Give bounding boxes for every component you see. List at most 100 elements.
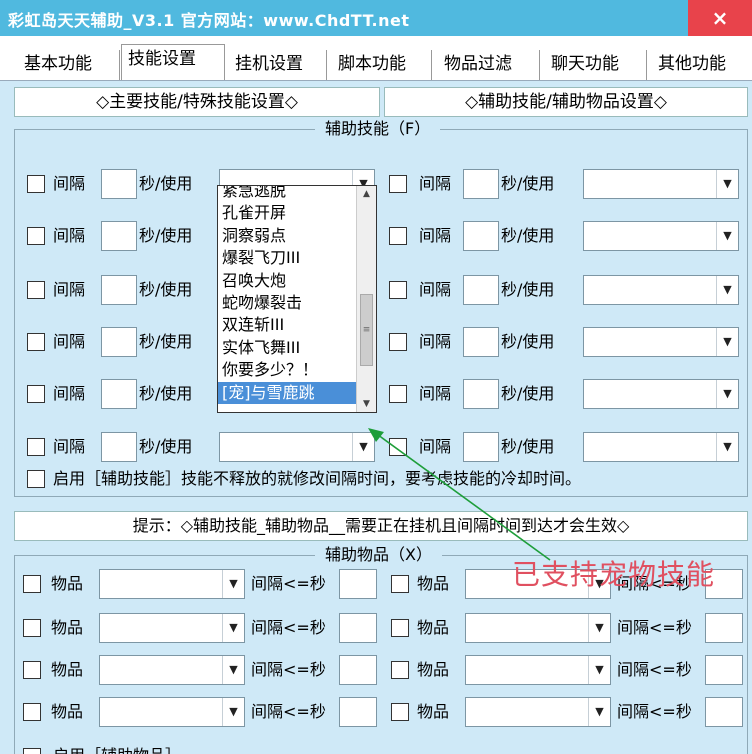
dropdown-option[interactable]: 蛇吻爆裂击 xyxy=(222,292,302,314)
tab-script[interactable]: 脚本功能 xyxy=(334,50,432,80)
dropdown-option[interactable]: 紧急逃脱 xyxy=(222,186,286,202)
item-right-2-interval-input[interactable] xyxy=(705,613,743,643)
item-left-4-select[interactable]: ▼ xyxy=(99,697,245,727)
dropdown-arrow-icon[interactable]: ▼ xyxy=(222,656,244,684)
item-left-1-interval-input[interactable] xyxy=(339,569,377,599)
item-left-1-checkbox[interactable] xyxy=(23,575,41,593)
skill-left-4-checkbox[interactable] xyxy=(27,333,45,351)
dropdown-arrow-icon[interactable]: ▼ xyxy=(716,328,738,356)
item-right-3-interval-input[interactable] xyxy=(705,655,743,685)
skill-left-6-select[interactable]: ▼ xyxy=(219,432,375,462)
skill-right-6-select[interactable]: ▼ xyxy=(583,432,739,462)
dropdown-arrow-icon[interactable]: ▼ xyxy=(222,570,244,598)
skill-left-1-interval-input[interactable] xyxy=(101,169,137,199)
item-left-4-checkbox[interactable] xyxy=(23,703,41,721)
skill-left-4-interval-input[interactable] xyxy=(101,327,137,357)
dropdown-arrow-icon[interactable]: ▼ xyxy=(716,222,738,250)
scroll-up-icon[interactable]: ▲ xyxy=(357,186,376,202)
item-right-2-checkbox[interactable] xyxy=(391,619,409,637)
dropdown-arrow-icon[interactable]: ▼ xyxy=(222,698,244,726)
dropdown-option[interactable]: 你要多少？！ xyxy=(222,359,318,381)
skill-left-2-checkbox[interactable] xyxy=(27,227,45,245)
skill-right-5-checkbox[interactable] xyxy=(389,385,407,403)
skill-right-1-select[interactable]: ▼ xyxy=(583,169,739,199)
item-label: 物品 xyxy=(417,660,450,679)
item-left-4-interval-input[interactable] xyxy=(339,697,377,727)
item-right-4-interval-input[interactable] xyxy=(705,697,743,727)
aux-skill-subheader[interactable]: ◇辅助技能/辅助物品设置◇ xyxy=(384,87,748,117)
item-right-4-checkbox[interactable] xyxy=(391,703,409,721)
item-left-2-interval-input[interactable] xyxy=(339,613,377,643)
skill-left-6-interval-input[interactable] xyxy=(101,432,137,462)
skill-right-3-checkbox[interactable] xyxy=(389,281,407,299)
item-left-2-select[interactable]: ▼ xyxy=(99,613,245,643)
dropdown-arrow-icon[interactable]: ▼ xyxy=(716,170,738,198)
sec-use-label: 秒/使用 xyxy=(501,226,555,245)
dropdown-arrow-icon[interactable]: ▼ xyxy=(716,276,738,304)
skill-right-4-select[interactable]: ▼ xyxy=(583,327,739,357)
item-left-3-checkbox[interactable] xyxy=(23,661,41,679)
main-skill-subheader[interactable]: ◇主要技能/特殊技能设置◇ xyxy=(14,87,380,117)
tab-other[interactable]: 其他功能 xyxy=(654,50,752,80)
skill-left-2-interval-input[interactable] xyxy=(101,221,137,251)
dropdown-option[interactable]: 孔雀开屏 xyxy=(222,202,286,224)
dropdown-option[interactable]: 实体飞舞III xyxy=(222,337,300,359)
dropdown-arrow-icon[interactable]: ▼ xyxy=(716,380,738,408)
skill-right-5-interval-input[interactable] xyxy=(463,379,499,409)
dropdown-option[interactable]: 召唤大炮 xyxy=(222,270,286,292)
sec-use-label: 秒/使用 xyxy=(501,332,555,351)
skill-right-1-interval-input[interactable] xyxy=(463,169,499,199)
enable-aux-skill-checkbox[interactable] xyxy=(27,470,45,488)
tab-item-filter[interactable]: 物品过滤 xyxy=(440,50,540,80)
item-label: 物品 xyxy=(51,618,84,637)
item-right-4-select[interactable]: ▼ xyxy=(465,697,611,727)
skill-left-1-checkbox[interactable] xyxy=(27,175,45,193)
tab-basic[interactable]: 基本功能 xyxy=(22,50,120,80)
dropdown-option[interactable]: 洞察弱点 xyxy=(222,225,286,247)
dropdown-arrow-icon[interactable]: ▼ xyxy=(588,698,610,726)
enable-aux-item-label: 启用［辅助物品］ xyxy=(53,746,181,754)
item-left-2-checkbox[interactable] xyxy=(23,619,41,637)
skill-right-3-select[interactable]: ▼ xyxy=(583,275,739,305)
tab-afk-settings[interactable]: 挂机设置 xyxy=(231,50,327,80)
dropdown-arrow-icon[interactable]: ▼ xyxy=(588,614,610,642)
skill-left-5-interval-input[interactable] xyxy=(101,379,137,409)
item-right-3-checkbox[interactable] xyxy=(391,661,409,679)
skill-left-3-interval-input[interactable] xyxy=(101,275,137,305)
tab-chat[interactable]: 聊天功能 xyxy=(547,50,647,80)
skill-right-1-checkbox[interactable] xyxy=(389,175,407,193)
item-right-3-select[interactable]: ▼ xyxy=(465,655,611,685)
item-interval-label: 间隔<=秒 xyxy=(617,660,692,679)
dropdown-option[interactable]: 爆裂飞刀III xyxy=(222,247,300,269)
aux-skill-legend: 辅助技能（F） xyxy=(315,119,441,139)
scroll-thumb[interactable]: ≡ xyxy=(360,294,373,366)
item-left-1-select[interactable]: ▼ xyxy=(99,569,245,599)
dropdown-option[interactable]: [宠]与雪鹿跳 xyxy=(218,381,357,404)
item-right-1-checkbox[interactable] xyxy=(391,575,409,593)
skill-right-2-interval-input[interactable] xyxy=(463,221,499,251)
scroll-down-icon[interactable]: ▼ xyxy=(357,396,376,412)
skill-left-5-checkbox[interactable] xyxy=(27,385,45,403)
skill-right-3-interval-input[interactable] xyxy=(463,275,499,305)
close-button[interactable]: × xyxy=(688,0,752,36)
item-right-2-select[interactable]: ▼ xyxy=(465,613,611,643)
tab-skill-settings[interactable]: 技能设置 xyxy=(121,44,225,80)
skill-left-3-checkbox[interactable] xyxy=(27,281,45,299)
skill-right-2-select[interactable]: ▼ xyxy=(583,221,739,251)
skill-right-2-checkbox[interactable] xyxy=(389,227,407,245)
item-left-3-select[interactable]: ▼ xyxy=(99,655,245,685)
skill-dropdown-list[interactable]: 紧急逃脱 孔雀开屏 洞察弱点 爆裂飞刀III 召唤大炮 蛇吻爆裂击 双连斩III 实体飞舞II… xyxy=(217,185,377,413)
skill-right-4-interval-input[interactable] xyxy=(463,327,499,357)
dropdown-arrow-icon[interactable]: ▼ xyxy=(588,656,610,684)
item-left-3-interval-input[interactable] xyxy=(339,655,377,685)
dropdown-scrollbar[interactable]: ▲ ≡ ▼ xyxy=(356,186,376,412)
dropdown-option[interactable]: 双连斩III xyxy=(222,314,284,336)
item-label: 物品 xyxy=(417,702,450,721)
sec-use-label: 秒/使用 xyxy=(501,174,555,193)
skill-left-6-checkbox[interactable] xyxy=(27,438,45,456)
skill-right-4-checkbox[interactable] xyxy=(389,333,407,351)
dropdown-arrow-icon[interactable]: ▼ xyxy=(716,433,738,461)
enable-aux-item-checkbox[interactable] xyxy=(23,748,41,754)
dropdown-arrow-icon[interactable]: ▼ xyxy=(222,614,244,642)
skill-right-5-select[interactable]: ▼ xyxy=(583,379,739,409)
